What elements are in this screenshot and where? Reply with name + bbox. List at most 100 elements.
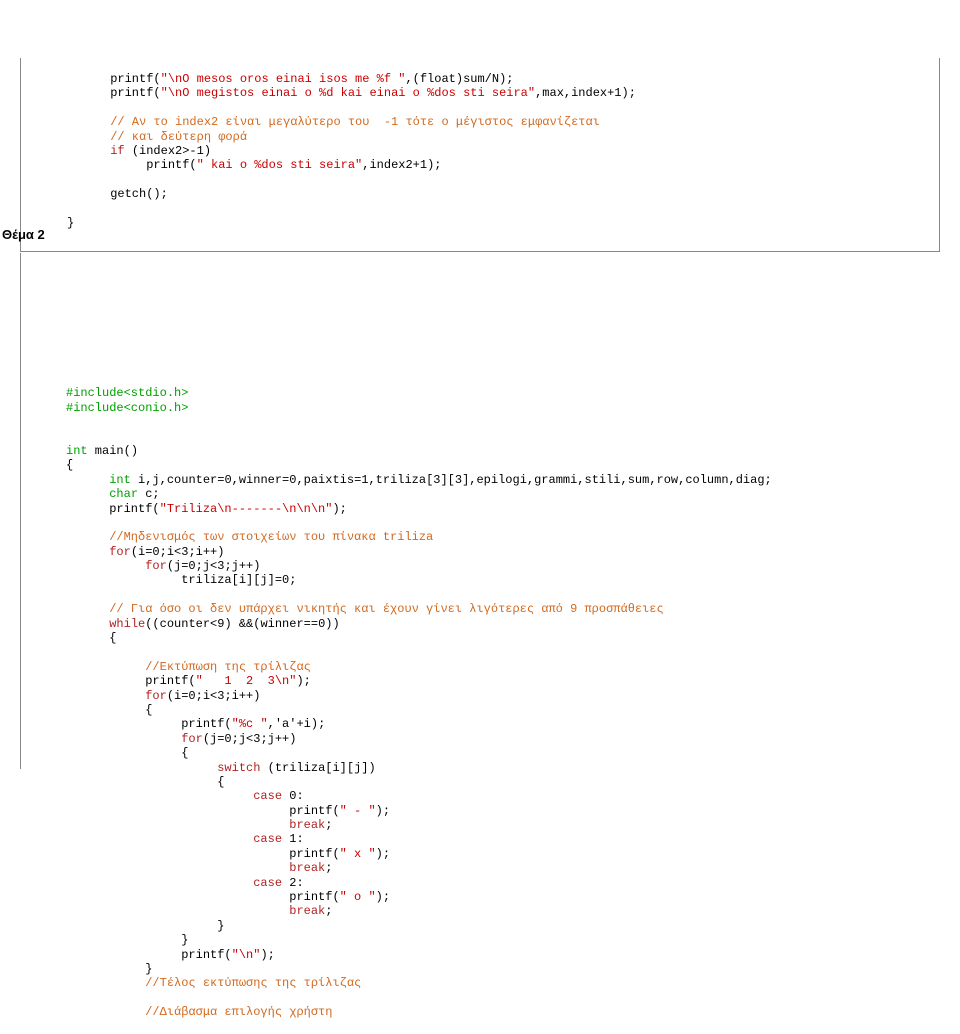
comment: //Μηδενισμός των στοιχείων του πίνακα tr… — [66, 530, 433, 544]
string: "\nO mesos oros einai isos me %f " — [161, 72, 406, 86]
code-box-1: printf("\nO mesos oros einai isos me %f … — [20, 58, 940, 252]
keyword: for — [109, 545, 131, 559]
txt: (index2>-1) — [125, 144, 211, 158]
txt — [66, 876, 253, 890]
txt: (j=0;j<3;j++) — [203, 732, 297, 746]
txt: ; — [325, 904, 332, 918]
txt: printf( — [66, 948, 232, 962]
txt: printf( — [67, 158, 197, 172]
txt — [66, 559, 145, 573]
string: " - " — [340, 804, 376, 818]
include: #include<stdio.h> — [66, 386, 188, 400]
keyword: break — [289, 861, 325, 875]
txt: 2: — [282, 876, 304, 890]
code-block-1: printf("\nO mesos oros einai isos me %f … — [21, 72, 939, 230]
txt: printf( — [67, 72, 161, 86]
txt: printf( — [66, 847, 340, 861]
section-label: Θέμα 2 — [2, 227, 45, 243]
txt: { — [66, 631, 116, 645]
comment: // Για όσο οι δεν υπάρχει νικητής και έχ… — [66, 602, 664, 616]
txt — [66, 732, 181, 746]
txt: triliza[i][j]=0; — [66, 573, 296, 587]
txt: printf( — [66, 717, 232, 731]
txt: 1: — [282, 832, 304, 846]
keyword: for — [145, 689, 167, 703]
keyword: break — [289, 818, 325, 832]
txt — [66, 861, 289, 875]
txt: printf( — [66, 890, 340, 904]
keyword: for — [181, 732, 203, 746]
txt — [66, 617, 109, 631]
page: printf("\nO mesos oros einai isos me %f … — [0, 43, 960, 769]
txt: ((counter<9) &&(winner==0)) — [145, 617, 339, 631]
txt: (triliza[i][j]) — [260, 761, 375, 775]
txt: ); — [332, 502, 346, 516]
keyword: switch — [217, 761, 260, 775]
txt: ; — [325, 861, 332, 875]
comment: // και δεύτερη φορά — [67, 130, 247, 144]
comment: // Αν το index2 είναι μεγαλύτερο του -1 … — [67, 115, 600, 129]
string: "%c " — [232, 717, 268, 731]
txt: ,(float)sum/N); — [405, 72, 513, 86]
string: " o " — [340, 890, 376, 904]
txt: c; — [138, 487, 160, 501]
txt: printf( — [66, 502, 160, 516]
keyword: case — [253, 832, 282, 846]
keyword: case — [253, 789, 282, 803]
txt: (i=0;i<3;i++) — [131, 545, 225, 559]
string: " x " — [340, 847, 376, 861]
txt: (j=0;j<3;j++) — [167, 559, 261, 573]
txt: } — [67, 216, 74, 230]
txt: printf( — [66, 804, 340, 818]
string: "Triliza\n-------\n\n\n" — [160, 502, 333, 516]
txt: { — [66, 703, 152, 717]
txt: ,'a'+i); — [268, 717, 326, 731]
txt: ); — [376, 847, 390, 861]
txt — [66, 904, 289, 918]
txt: { — [66, 775, 224, 789]
txt — [66, 818, 289, 832]
txt: ,index2+1); — [362, 158, 441, 172]
string: "\nO megistos einai o %d kai einai o %do… — [161, 86, 535, 100]
string: " 1 2 3\n" — [196, 674, 297, 688]
keyword: if — [110, 144, 124, 158]
txt: ); — [376, 804, 390, 818]
string: "\n" — [232, 948, 261, 962]
txt — [66, 761, 217, 775]
type: char — [109, 487, 138, 501]
txt: ; — [325, 818, 332, 832]
txt — [66, 832, 253, 846]
txt: getch(); — [67, 187, 168, 201]
left-border — [20, 253, 21, 769]
txt: ); — [376, 890, 390, 904]
txt — [66, 789, 253, 803]
txt: { — [66, 458, 73, 472]
string: " kai o %dos sti seira" — [197, 158, 363, 172]
keyword: case — [253, 876, 282, 890]
txt: printf( — [66, 674, 196, 688]
type: int — [66, 444, 88, 458]
keyword: for — [145, 559, 167, 573]
comment: //Εκτύπωση της τρίλιζας — [66, 660, 311, 674]
type: int — [109, 473, 131, 487]
include: #include<conio.h> — [66, 401, 188, 415]
txt: } — [66, 962, 152, 976]
txt: ); — [296, 674, 310, 688]
comment: //Τέλος εκτύπωσης της τρίλιζας — [66, 976, 361, 990]
comment: //Διάβασμα επιλογής χρήστη — [66, 1005, 332, 1019]
txt: ,max,index+1); — [535, 86, 636, 100]
code-block-2: #include<stdio.h> #include<conio.h> int … — [0, 372, 960, 1020]
txt: main() — [88, 444, 138, 458]
txt: } — [66, 919, 224, 933]
keyword: break — [289, 904, 325, 918]
txt — [66, 473, 109, 487]
txt: (i=0;i<3;i++) — [167, 689, 261, 703]
txt: printf( — [67, 86, 161, 100]
txt: i,j,counter=0,winner=0,paixtis=1,triliza… — [131, 473, 772, 487]
txt — [67, 144, 110, 158]
txt: 0: — [282, 789, 304, 803]
txt: } — [66, 933, 188, 947]
txt: { — [66, 746, 188, 760]
keyword: while — [109, 617, 145, 631]
txt — [66, 487, 109, 501]
